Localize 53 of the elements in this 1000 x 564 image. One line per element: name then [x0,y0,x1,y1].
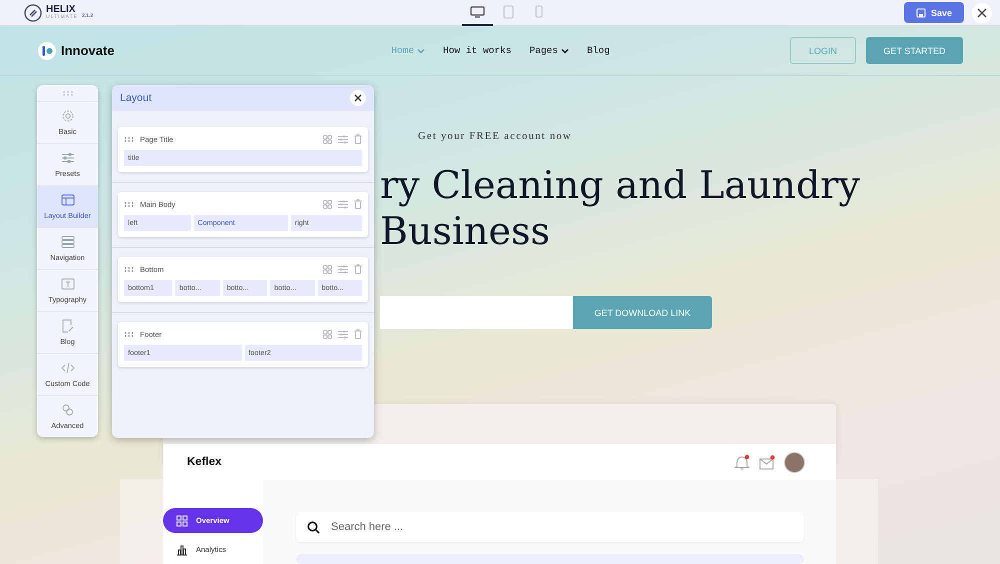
trash-icon[interactable] [354,264,362,274]
nav-link[interactable]: How it works [443,45,512,56]
close-icon [977,8,987,18]
brand-logo-icon [38,42,56,60]
search-input[interactable]: Search here ... [329,520,804,534]
drag-handle-icon[interactable] [62,91,74,96]
search-field[interactable]: Search here ... [296,512,804,542]
drag-handle-icon[interactable] [124,136,134,142]
text-box-icon [60,276,74,291]
settings-icon[interactable] [338,264,348,274]
bar-chart-icon [176,544,188,556]
email-field[interactable] [380,296,573,329]
panel-title: Layout [120,92,152,104]
columns-icon[interactable] [323,264,332,274]
phone-icon [535,5,543,18]
document-pen-icon [60,318,74,333]
sliders-icon [60,150,74,165]
brand-name: Innovate [61,43,114,58]
grid-icon [176,514,188,526]
search-icon [307,520,320,534]
trash-icon[interactable] [354,329,362,339]
list-icon [60,234,74,249]
dashboard-brand: Keflex [187,456,222,468]
layout-icon [60,192,74,207]
settings-icon[interactable] [338,200,348,208]
settings-icon[interactable] [338,330,348,338]
nav-link[interactable]: Blog [586,45,610,56]
columns-icon[interactable] [323,134,332,144]
logo-text: HELIX [46,5,76,15]
monitor-icon [470,6,484,18]
columns-icon[interactable] [323,200,332,208]
tablet-icon [502,4,514,18]
circles-icon [60,402,74,417]
drag-handle-icon[interactable] [124,202,134,206]
hero-eyebrow: Get your FREE account now [418,131,573,142]
drag-handle-icon[interactable] [124,266,134,272]
close-icon [354,94,362,102]
bell-icon[interactable] [734,454,750,470]
code-icon [60,360,74,375]
hero-heading: ry Cleaning and Laundry Business [380,162,860,254]
logo-icon [24,4,42,22]
mail-icon[interactable] [759,454,775,470]
nav-link[interactable]: Pages [529,45,569,56]
columns-icon[interactable] [323,330,332,338]
settings-icon[interactable] [338,134,348,144]
close-button[interactable] [350,90,366,106]
gear-icon [60,108,74,123]
drag-handle-icon[interactable] [124,332,134,336]
close-button[interactable] [972,2,992,22]
trash-icon[interactable] [354,199,362,209]
avatar[interactable] [784,452,805,472]
save-button[interactable]: Save [904,2,964,23]
trash-icon[interactable] [354,134,362,144]
